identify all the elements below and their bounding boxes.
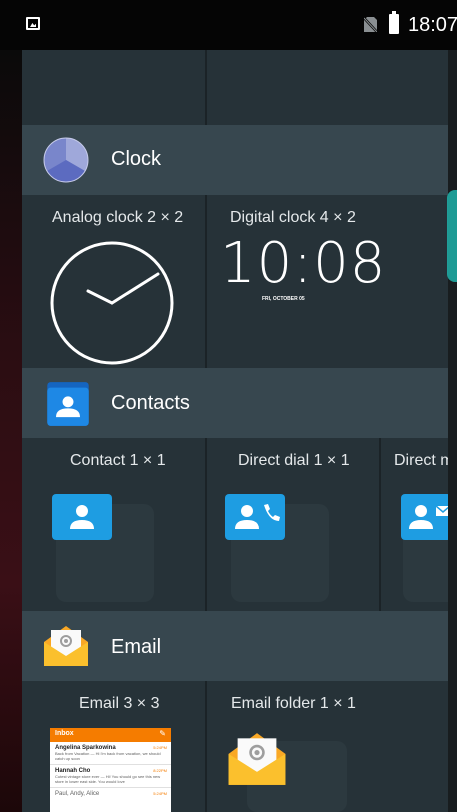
clock-widgets-row: Analog clock 2 × 2 Digital clock 4 × 2 1…	[22, 195, 448, 368]
direct-message-widget-preview	[401, 494, 448, 540]
inbox-bar: Inbox ✎	[50, 728, 171, 742]
inbox-label: Inbox	[55, 730, 74, 737]
direct-dial-widget-preview	[225, 494, 285, 540]
email-widgets-row: Email 3 × 3 Inbox ✎ Angelina Sparkowina …	[22, 681, 448, 812]
widget-label: Email folder 1 × 1	[231, 695, 356, 712]
widget-email[interactable]: Email 3 × 3 Inbox ✎ Angelina Sparkowina …	[22, 681, 205, 812]
contacts-widgets-row: Contact 1 × 1 Direct dial 1 × 1 Direct m	[22, 438, 448, 611]
section-title: Clock	[111, 148, 162, 170]
email-folder-preview-icon	[228, 733, 286, 785]
widget-email-folder[interactable]: Email folder 1 × 1	[207, 681, 448, 812]
clock-app-icon	[43, 137, 89, 183]
widget-digital-clock[interactable]: Digital clock 4 × 2 10:08 FRI, OCTOBER 0…	[207, 195, 448, 368]
email-list-item: Hannah Cho 8:22PM Cutest vintage store e…	[50, 765, 171, 788]
email-snippet: Back from Vacation — Hi I'm back from va…	[55, 751, 161, 761]
email-list-item: Paul, Andy, Alice 5:24PM	[50, 788, 171, 808]
page-indicator-edge	[447, 190, 457, 282]
battery-icon	[389, 11, 399, 34]
widget-label: Direct me	[394, 452, 448, 469]
email-time: 8:22PM	[153, 768, 167, 773]
wallpaper-edge	[0, 50, 22, 812]
widget-direct-dial[interactable]: Direct dial 1 × 1	[207, 438, 379, 611]
no-sim-icon	[364, 17, 377, 32]
section-title: Contacts	[111, 392, 190, 414]
widget-picker[interactable]: Clock Analog clock 2 × 2 Digital clock 4…	[22, 50, 448, 812]
email-time: 5:24PM	[153, 745, 167, 750]
widget-label: Contact 1 × 1	[70, 452, 166, 469]
person-message-icon	[409, 505, 448, 529]
section-header-clock: Clock	[22, 125, 448, 195]
widget-analog-clock[interactable]: Analog clock 2 × 2	[22, 195, 205, 368]
status-bar: 18:07	[0, 0, 457, 50]
email-app-icon	[44, 626, 88, 666]
digital-clock-date: FRI, OCTOBER 05	[262, 296, 305, 302]
widget-label: Digital clock 4 × 2	[230, 209, 356, 226]
next-page-edge	[448, 50, 457, 812]
analog-clock-preview	[50, 241, 174, 365]
compose-icon: ✎	[159, 729, 166, 738]
previous-widgets-row	[22, 50, 448, 125]
widget-direct-message[interactable]: Direct me	[381, 438, 448, 611]
widget-contact[interactable]: Contact 1 × 1	[22, 438, 205, 611]
widget-tile[interactable]	[207, 50, 448, 125]
image-notification-icon	[26, 17, 40, 30]
person-phone-icon	[235, 504, 280, 529]
section-title: Email	[111, 636, 162, 658]
email-snippet: Cutest vintage store ever — Hi! You shou…	[55, 774, 161, 784]
section-header-email: Email	[22, 611, 448, 681]
widget-label: Analog clock 2 × 2	[52, 209, 184, 226]
status-time: 18:07	[408, 14, 457, 36]
widget-label: Email 3 × 3	[79, 695, 160, 712]
person-icon	[70, 505, 94, 529]
contact-widget-preview	[52, 494, 112, 540]
email-sender: Paul, Andy, Alice	[55, 791, 100, 797]
contacts-app-icon	[47, 382, 89, 426]
digital-clock-time: 10:08	[220, 231, 387, 296]
email-widget-preview: Inbox ✎ Angelina Sparkowina 5:24PM Back …	[50, 728, 171, 812]
widget-label: Direct dial 1 × 1	[238, 452, 350, 469]
section-header-contacts: Contacts	[22, 368, 448, 438]
email-list-item: Angelina Sparkowina 5:24PM Back from Vac…	[50, 742, 171, 765]
widget-tile[interactable]	[22, 50, 205, 125]
email-time: 5:24PM	[153, 791, 167, 796]
